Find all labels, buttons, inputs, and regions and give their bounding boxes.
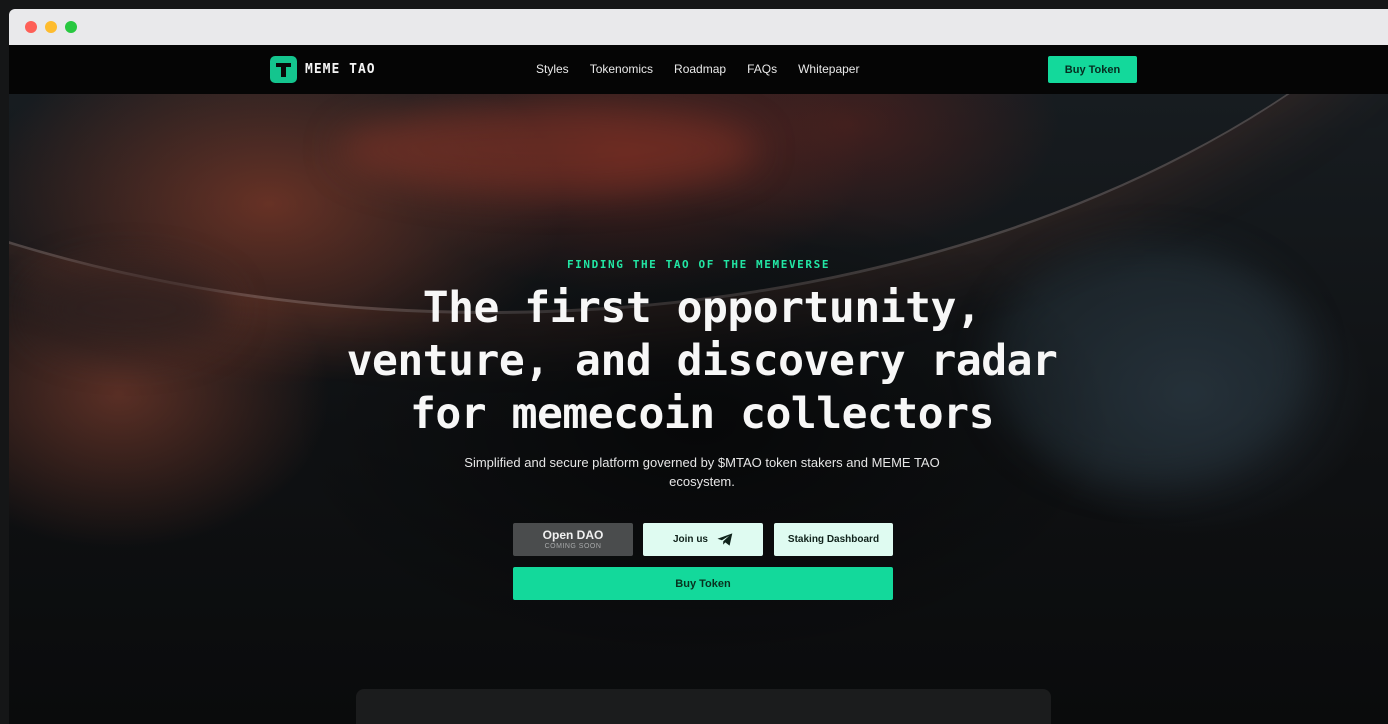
minimize-window-button[interactable] [45,21,57,33]
hero-section: FINDING THE TAO OF THE MEMEVERSE The fir… [9,94,1388,724]
brand-name: MEME TAO [305,62,376,77]
join-us-button[interactable]: Join us [643,523,763,556]
planet-background [9,94,1388,314]
brand-logo[interactable]: MEME TAO [270,56,376,83]
subtitle-line: ecosystem. [669,474,735,489]
hero-headline: The first opportunity, venture, and disc… [309,282,1095,441]
hero-subtitle: Simplified and secure platform governed … [439,453,965,491]
join-us-label: Join us [672,534,708,545]
subtitle-line: Simplified and secure platform governed … [464,455,940,470]
site-navbar: MEME TAO Styles Tokenomics Roadmap FAQs … [9,45,1388,94]
buy-token-label: Buy Token [675,577,731,590]
coming-soon-label: COMING SOON [544,542,602,550]
hero-buy-token-button[interactable]: Buy Token [513,567,893,600]
nav-link-styles[interactable]: Styles [536,62,569,76]
open-dao-label: Open DAO [542,527,604,542]
headline-line: The first opportunity, [422,283,982,333]
content-panel [356,689,1051,724]
telegram-icon [717,533,733,546]
logo-icon [270,56,297,83]
browser-window: MEME TAO Styles Tokenomics Roadmap FAQs … [9,9,1388,724]
nav-links: Styles Tokenomics Roadmap FAQs Whitepape… [536,62,859,76]
cloud-decoration [29,264,229,354]
open-dao-button[interactable]: Open DAO COMING SOON [513,523,633,556]
nav-link-tokenomics[interactable]: Tokenomics [590,62,653,76]
nav-link-roadmap[interactable]: Roadmap [674,62,726,76]
window-titlebar [9,9,1388,45]
close-window-button[interactable] [25,21,37,33]
staking-dashboard-button[interactable]: Staking Dashboard [774,523,893,556]
cloud-decoration [339,104,759,194]
nav-buy-token-button[interactable]: Buy Token [1048,56,1137,83]
hero-eyebrow: FINDING THE TAO OF THE MEMEVERSE [566,258,831,271]
nav-link-faqs[interactable]: FAQs [747,62,777,76]
maximize-window-button[interactable] [65,21,77,33]
headline-line: for memecoin collectors [410,389,994,439]
staking-dashboard-label: Staking Dashboard [787,534,880,545]
nav-link-whitepaper[interactable]: Whitepaper [798,62,859,76]
headline-line: venture, and discovery radar [346,336,1058,386]
